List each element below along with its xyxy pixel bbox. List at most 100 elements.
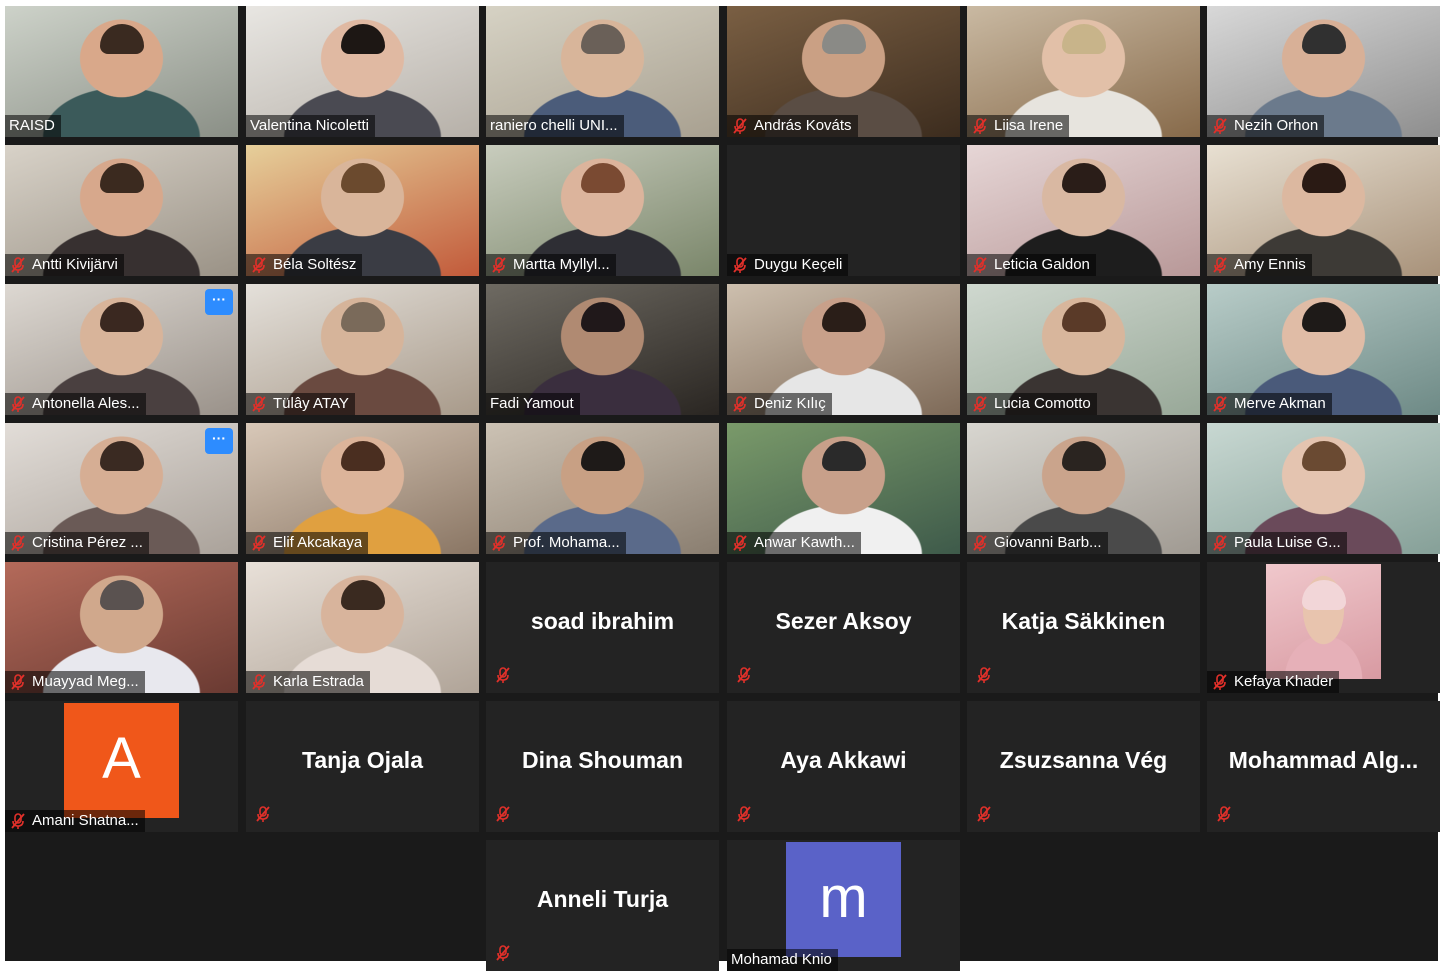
participant-tile[interactable]: Antti Kivijärvi bbox=[5, 145, 238, 276]
participant-name: Giovanni Barb... bbox=[994, 534, 1102, 551]
participant-tile[interactable]: Katja Säkkinen bbox=[967, 562, 1200, 693]
mic-muted-icon bbox=[490, 256, 508, 274]
participant-name-tag: RAISD bbox=[5, 115, 61, 137]
participant-name: Zsuzsanna Vég bbox=[999, 747, 1168, 773]
participant-tile[interactable]: Fadi Yamout bbox=[486, 284, 719, 415]
participant-tile[interactable]: Cristina Pérez ... ··· bbox=[5, 423, 238, 554]
participant-name: Kefaya Khader bbox=[1234, 673, 1334, 690]
participant-name-tag: Cristina Pérez ... bbox=[5, 532, 149, 554]
participant-tile[interactable]: Sezer Aksoy bbox=[727, 562, 960, 693]
participant-name: Sezer Aksoy bbox=[775, 608, 912, 634]
participant-tile[interactable]: raniero chelli UNI... bbox=[486, 6, 719, 137]
participant-name: Merve Akman bbox=[1234, 395, 1326, 412]
participant-tile[interactable]: Deniz Kılıç bbox=[727, 284, 960, 415]
mute-indicator bbox=[975, 805, 998, 828]
participant-tile[interactable]: Giovanni Barb... bbox=[967, 423, 1200, 554]
mic-muted-icon bbox=[9, 534, 27, 552]
more-options-icon[interactable]: ··· bbox=[205, 289, 233, 315]
mic-muted-icon bbox=[975, 666, 993, 684]
mute-indicator bbox=[1215, 805, 1238, 828]
participant-name-tag: raniero chelli UNI... bbox=[486, 115, 624, 137]
participant-name: Muayyad Meg... bbox=[32, 673, 139, 690]
mute-indicator bbox=[975, 666, 998, 689]
participant-name-tag: Martta Myllyl... bbox=[486, 254, 616, 276]
participant-tile[interactable]: Muayyad Meg... bbox=[5, 562, 238, 693]
participant-tile[interactable]: soad ibrahim bbox=[486, 562, 719, 693]
participant-name: Amy Ennis bbox=[1234, 256, 1306, 273]
mic-muted-icon bbox=[494, 805, 512, 823]
participant-tile[interactable]: Antonella Ales... ··· bbox=[5, 284, 238, 415]
participant-name: Mohammad Alg... bbox=[1228, 747, 1419, 773]
participant-name: Leticia Galdon bbox=[994, 256, 1090, 273]
participant-tile[interactable]: András Kováts bbox=[727, 6, 960, 137]
participant-name: Antti Kivijärvi bbox=[32, 256, 118, 273]
participant-name: Mohamad Knio bbox=[731, 951, 832, 968]
participant-name: Anneli Turja bbox=[536, 886, 669, 912]
participant-tile[interactable]: Merve Akman bbox=[1207, 284, 1440, 415]
mic-muted-icon bbox=[731, 256, 749, 274]
mic-muted-icon bbox=[1211, 673, 1229, 691]
mute-indicator bbox=[494, 805, 517, 828]
participant-tile[interactable]: Tanja Ojala bbox=[246, 701, 479, 832]
more-options-icon[interactable]: ··· bbox=[205, 428, 233, 454]
participant-tile[interactable]: Leticia Galdon bbox=[967, 145, 1200, 276]
participant-name-tag: Kefaya Khader bbox=[1207, 671, 1340, 693]
participant-name: Paula Luise G... bbox=[1234, 534, 1341, 551]
participant-tile[interactable]: Anneli Turja bbox=[486, 840, 719, 971]
mic-muted-icon bbox=[731, 395, 749, 413]
participant-tile[interactable]: Zsuzsanna Vég bbox=[967, 701, 1200, 832]
participant-tile[interactable]: Kefaya Khader bbox=[1207, 562, 1440, 693]
participant-tile[interactable]: Mohammad Alg... bbox=[1207, 701, 1440, 832]
mic-muted-icon bbox=[1211, 117, 1229, 135]
mic-muted-icon bbox=[735, 666, 753, 684]
participant-name: raniero chelli UNI... bbox=[490, 117, 618, 134]
participant-name-tag: Elif Akcakaya bbox=[246, 532, 369, 554]
participant-tile[interactable]: Béla Soltész bbox=[246, 145, 479, 276]
participant-name-tag: Muayyad Meg... bbox=[5, 671, 145, 693]
participant-name: Nezih Orhon bbox=[1234, 117, 1319, 134]
participant-name-tag: Leticia Galdon bbox=[967, 254, 1096, 276]
participant-tile[interactable]: Dina Shouman bbox=[486, 701, 719, 832]
participant-tile[interactable]: Anwar Kawth... bbox=[727, 423, 960, 554]
mic-muted-icon bbox=[1215, 805, 1233, 823]
participant-name-tag: Antti Kivijärvi bbox=[5, 254, 124, 276]
participant-name: Béla Soltész bbox=[273, 256, 357, 273]
participant-video bbox=[1266, 564, 1381, 679]
mic-muted-icon bbox=[731, 117, 749, 135]
participant-name-tag: Fadi Yamout bbox=[486, 393, 580, 415]
participant-tile[interactable]: Lucia Comotto bbox=[967, 284, 1200, 415]
participant-tile[interactable]: Karla Estrada bbox=[246, 562, 479, 693]
participant-tile[interactable]: Nezih Orhon bbox=[1207, 6, 1440, 137]
participant-tile[interactable]: Aya Akkawi bbox=[727, 701, 960, 832]
mic-muted-icon bbox=[1211, 534, 1229, 552]
participant-name: Anwar Kawth... bbox=[754, 534, 855, 551]
participant-name-tag: Deniz Kılıç bbox=[727, 393, 832, 415]
participant-tile[interactable]: Elif Akcakaya bbox=[246, 423, 479, 554]
participant-tile[interactable]: m Mohamad Knio bbox=[727, 840, 960, 971]
participant-tile[interactable]: Prof. Mohama... bbox=[486, 423, 719, 554]
mic-muted-icon bbox=[494, 944, 512, 962]
participant-tile[interactable]: Liisa Irene bbox=[967, 6, 1200, 137]
participant-name: Duygu Keçeli bbox=[754, 256, 843, 273]
participant-name-tag: Prof. Mohama... bbox=[486, 532, 626, 554]
participant-tile[interactable]: Valentina Nicoletti bbox=[246, 6, 479, 137]
participant-tile[interactable]: A Amani Shatna... bbox=[5, 701, 238, 832]
participant-tile[interactable]: Duygu Keçeli bbox=[727, 145, 960, 276]
mic-muted-icon bbox=[250, 256, 268, 274]
participant-name: Amani Shatna... bbox=[32, 812, 139, 829]
participant-name: Valentina Nicoletti bbox=[250, 117, 369, 134]
participant-name: Tülây ATAY bbox=[273, 395, 349, 412]
participant-tile[interactable]: Martta Myllyl... bbox=[486, 145, 719, 276]
mic-muted-icon bbox=[971, 117, 989, 135]
mic-muted-icon bbox=[735, 805, 753, 823]
mic-muted-icon bbox=[490, 534, 508, 552]
participant-name-tag: Amani Shatna... bbox=[5, 810, 145, 832]
participant-tile[interactable]: Amy Ennis bbox=[1207, 145, 1440, 276]
participant-name-tag: Nezih Orhon bbox=[1207, 115, 1325, 137]
mic-muted-icon bbox=[971, 395, 989, 413]
participant-tile[interactable]: Tülây ATAY bbox=[246, 284, 479, 415]
mic-muted-icon bbox=[971, 256, 989, 274]
participant-tile[interactable]: RAISD bbox=[5, 6, 238, 137]
participant-tile[interactable]: Paula Luise G... bbox=[1207, 423, 1440, 554]
participant-name: RAISD bbox=[9, 117, 55, 134]
